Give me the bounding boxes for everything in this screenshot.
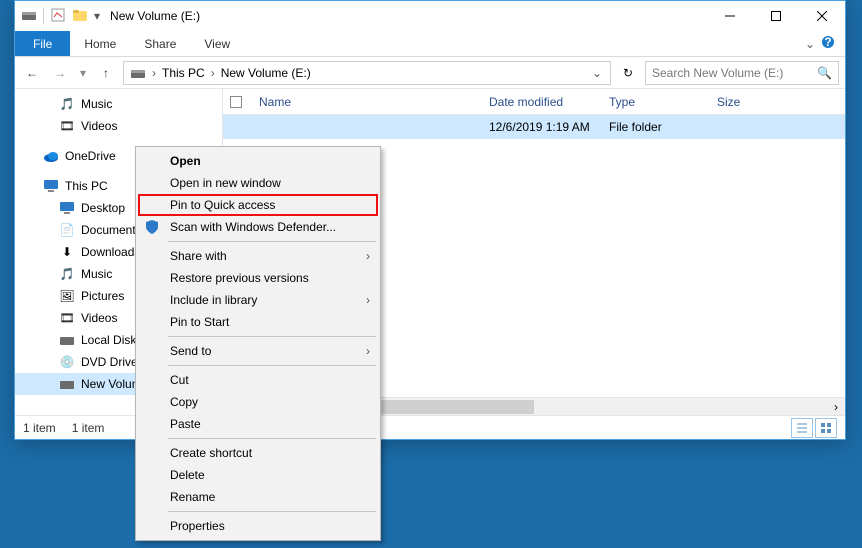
ctx-delete[interactable]: Delete: [138, 464, 378, 486]
documents-icon: 📄: [59, 222, 75, 238]
music-icon: 🎵: [59, 266, 75, 282]
ctx-properties[interactable]: Properties: [138, 515, 378, 537]
divider: [43, 8, 44, 24]
help-icon[interactable]: ?: [821, 35, 835, 52]
column-size[interactable]: Size: [707, 95, 777, 109]
ctx-pin-quick-access[interactable]: Pin to Quick access: [138, 194, 378, 216]
separator: [168, 241, 376, 242]
ctx-open-new-window[interactable]: Open in new window: [138, 172, 378, 194]
address-bar: ← → ▾ ↑ › This PC › New Volume (E:) ⌄ ↻ …: [15, 57, 845, 89]
scroll-right-icon[interactable]: ›: [827, 398, 845, 416]
column-date[interactable]: Date modified: [479, 95, 599, 109]
chevron-right-icon: ›: [366, 249, 370, 263]
forward-button[interactable]: →: [49, 62, 71, 84]
chevron-right-icon[interactable]: ›: [152, 66, 156, 80]
status-item-count: 1 item: [23, 421, 56, 435]
dvd-icon: 💿: [59, 354, 75, 370]
video-icon: 🎞: [59, 310, 75, 326]
desktop-icon: [59, 200, 75, 216]
minimize-button[interactable]: [707, 1, 753, 31]
separator: [168, 438, 376, 439]
cell-type: File folder: [599, 120, 707, 134]
cell-date: 12/6/2019 1:19 AM: [479, 120, 599, 134]
breadcrumb-current[interactable]: New Volume (E:): [219, 66, 313, 80]
ctx-pin-start[interactable]: Pin to Start: [138, 311, 378, 333]
window-title: New Volume (E:): [110, 9, 200, 23]
close-button[interactable]: [799, 1, 845, 31]
separator: [168, 365, 376, 366]
chevron-right-icon: ›: [366, 293, 370, 307]
pictures-icon: 🖼: [59, 288, 75, 304]
status-selected-count: 1 item: [72, 421, 105, 435]
drive-icon: [21, 7, 37, 26]
breadcrumb[interactable]: › This PC › New Volume (E:) ⌄: [123, 61, 611, 85]
separator: [168, 511, 376, 512]
address-dropdown-icon[interactable]: ⌄: [588, 66, 606, 80]
new-folder-icon[interactable]: [72, 7, 88, 26]
nav-music[interactable]: 🎵Music: [15, 93, 222, 115]
view-details-button[interactable]: [791, 418, 813, 438]
tab-file[interactable]: File: [15, 31, 70, 56]
search-input[interactable]: Search New Volume (E:) 🔍: [645, 61, 839, 85]
select-all-checkbox[interactable]: [223, 96, 249, 108]
column-type[interactable]: Type: [599, 95, 707, 109]
tab-share[interactable]: Share: [130, 31, 190, 56]
properties-icon[interactable]: [50, 7, 66, 26]
tab-view[interactable]: View: [190, 31, 244, 56]
separator: [168, 336, 376, 337]
chevron-right-icon[interactable]: ›: [211, 66, 215, 80]
back-button[interactable]: ←: [21, 62, 43, 84]
pc-icon: [43, 178, 59, 194]
column-name[interactable]: Name: [249, 95, 479, 109]
svg-text:?: ?: [824, 35, 831, 49]
ctx-scan-defender[interactable]: Scan with Windows Defender...: [138, 216, 378, 238]
drive-icon: [128, 65, 148, 81]
downloads-icon: ⬇: [59, 244, 75, 260]
quick-access-toolbar: ▾: [21, 7, 100, 26]
qat-dropdown-icon[interactable]: ▾: [94, 9, 100, 23]
breadcrumb-thispc[interactable]: This PC: [160, 66, 207, 80]
titlebar: ▾ New Volume (E:): [15, 1, 845, 31]
music-icon: 🎵: [59, 96, 75, 112]
video-icon: 🎞: [59, 118, 75, 134]
ctx-include-library[interactable]: Include in library›: [138, 289, 378, 311]
search-placeholder: Search New Volume (E:): [652, 66, 783, 80]
file-row[interactable]: 12/6/2019 1:19 AM File folder: [223, 115, 845, 139]
view-large-button[interactable]: [815, 418, 837, 438]
ctx-create-shortcut[interactable]: Create shortcut: [138, 442, 378, 464]
ctx-send-to[interactable]: Send to›: [138, 340, 378, 362]
maximize-button[interactable]: [753, 1, 799, 31]
column-headers: Name Date modified Type Size: [223, 89, 845, 115]
ctx-restore-versions[interactable]: Restore previous versions: [138, 267, 378, 289]
recent-dropdown[interactable]: ▾: [77, 62, 89, 84]
refresh-button[interactable]: ↻: [617, 62, 639, 84]
drive-icon: [59, 376, 75, 392]
ctx-open[interactable]: Open: [138, 150, 378, 172]
cloud-icon: [43, 148, 59, 164]
ctx-paste[interactable]: Paste: [138, 413, 378, 435]
search-icon: 🔍: [817, 66, 832, 80]
ctx-cut[interactable]: Cut: [138, 369, 378, 391]
up-button[interactable]: ↑: [95, 62, 117, 84]
shield-icon: [144, 219, 160, 235]
ribbon-expand-icon[interactable]: ⌄: [805, 37, 815, 51]
context-menu: Open Open in new window Pin to Quick acc…: [135, 146, 381, 541]
nav-videos[interactable]: 🎞Videos: [15, 115, 222, 137]
ctx-copy[interactable]: Copy: [138, 391, 378, 413]
tab-home[interactable]: Home: [70, 31, 130, 56]
ribbon-tabs: File Home Share View ⌄ ?: [15, 31, 845, 57]
chevron-right-icon: ›: [366, 344, 370, 358]
ctx-share-with[interactable]: Share with›: [138, 245, 378, 267]
drive-icon: [59, 332, 75, 348]
ctx-rename[interactable]: Rename: [138, 486, 378, 508]
